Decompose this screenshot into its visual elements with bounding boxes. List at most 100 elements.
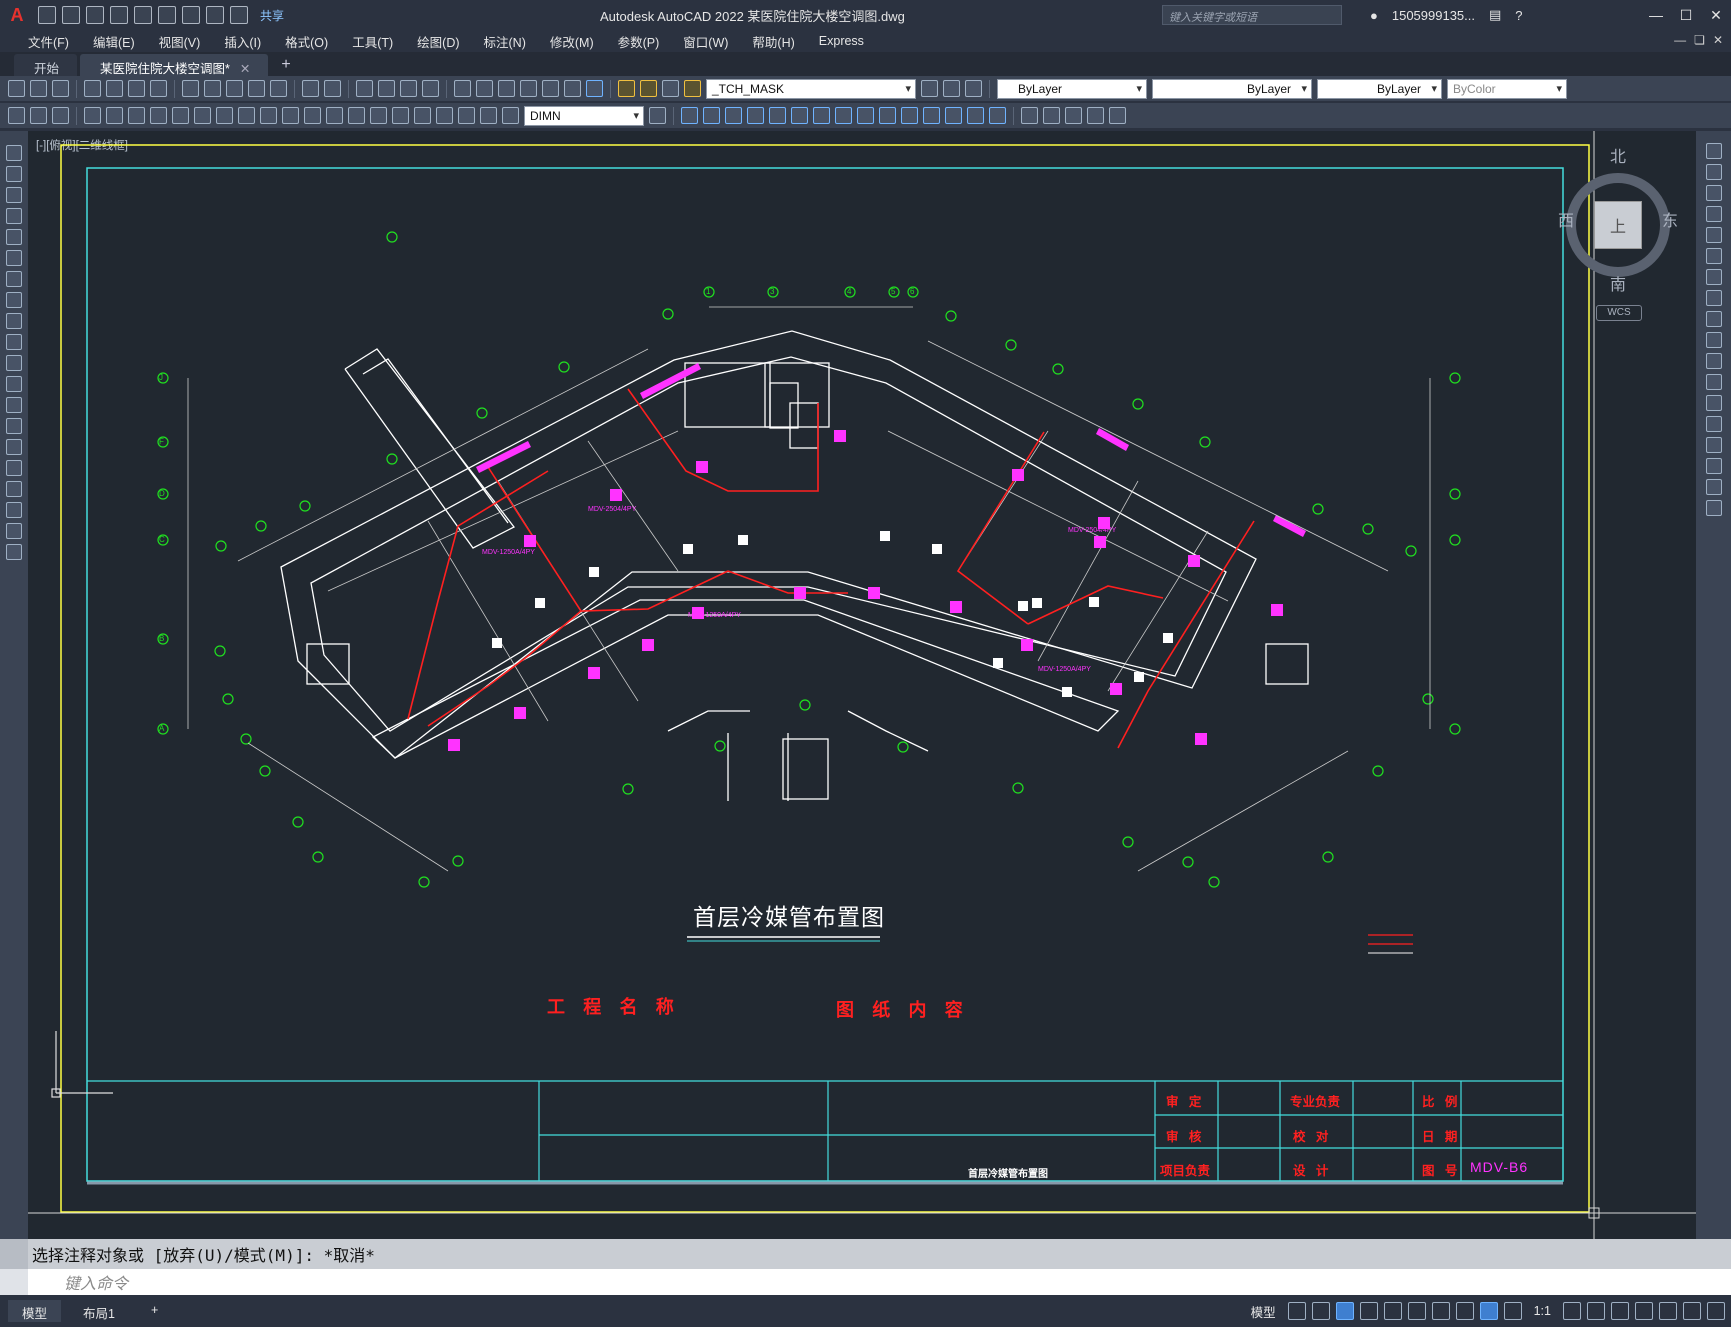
polygon-icon[interactable] <box>6 208 22 224</box>
chamfer-icon[interactable] <box>945 107 962 124</box>
fillet-icon[interactable] <box>967 107 984 124</box>
redo-icon[interactable] <box>324 80 341 97</box>
save-icon[interactable] <box>86 6 104 24</box>
arc-length-icon[interactable] <box>128 107 145 124</box>
join-icon[interactable] <box>1705 416 1722 432</box>
continue-dimension-icon[interactable] <box>304 107 321 124</box>
quick-dimension-icon[interactable] <box>260 107 277 124</box>
dimension-edit-icon[interactable] <box>458 107 475 124</box>
jogged-dimension-icon[interactable] <box>194 107 211 124</box>
open-file-icon[interactable] <box>62 6 80 24</box>
tool-palettes-icon[interactable] <box>498 80 515 97</box>
viewcube[interactable]: 上 北 南 东 西 WCS <box>1558 149 1678 321</box>
publish-icon[interactable] <box>128 80 145 97</box>
customization-icon[interactable] <box>1707 1302 1725 1320</box>
layer-properties-icon[interactable] <box>921 80 938 97</box>
dimension-update-icon[interactable] <box>502 107 519 124</box>
construction-line-icon[interactable] <box>6 166 22 182</box>
dimension-break-icon[interactable] <box>348 107 365 124</box>
paste-icon[interactable] <box>226 80 243 97</box>
explode-icon[interactable] <box>1705 500 1722 516</box>
radius-dimension-icon[interactable] <box>172 107 189 124</box>
compass-south[interactable]: 南 <box>1610 271 1626 295</box>
new-tab-button[interactable]: + <box>271 56 300 76</box>
draworder-back-icon[interactable] <box>1043 107 1060 124</box>
ellipse-arc-icon[interactable] <box>6 355 22 371</box>
open-web-icon[interactable] <box>134 6 152 24</box>
insert-block-icon[interactable] <box>6 376 22 392</box>
blend-curves-icon[interactable] <box>1705 479 1722 495</box>
units-icon[interactable] <box>1611 1302 1629 1320</box>
stretch-icon[interactable] <box>1705 311 1722 327</box>
menu-insert[interactable]: 插入(I) <box>212 32 273 51</box>
layout-wizard-icon[interactable] <box>30 107 47 124</box>
offset-icon[interactable] <box>1705 206 1722 222</box>
clean-screen-icon[interactable] <box>1683 1302 1701 1320</box>
break-icon[interactable] <box>901 107 918 124</box>
command-input[interactable]: 键入命令 <box>28 1270 128 1294</box>
compass-east[interactable]: 东 <box>1662 207 1678 231</box>
rectangle-icon[interactable] <box>6 229 22 245</box>
trim-icon[interactable] <box>1705 332 1722 348</box>
menu-file[interactable]: 文件(F) <box>16 32 81 51</box>
layer-thaw-icon[interactable] <box>640 80 657 97</box>
ellipse-icon[interactable] <box>6 334 22 350</box>
zoom-previous-icon[interactable] <box>422 80 439 97</box>
move-icon[interactable] <box>1705 248 1722 264</box>
tab-start[interactable]: 开始 <box>14 54 78 76</box>
help-icon[interactable]: ? <box>1515 8 1522 23</box>
draworder-above-icon[interactable] <box>1065 107 1082 124</box>
ordinate-dimension-icon[interactable] <box>150 107 167 124</box>
maximize-button[interactable]: ☐ <box>1671 0 1701 30</box>
copy-icon[interactable] <box>204 80 221 97</box>
page-setup-icon[interactable] <box>52 107 69 124</box>
gradient-icon[interactable] <box>6 460 22 476</box>
redo-icon[interactable] <box>230 6 248 24</box>
ortho-icon[interactable] <box>1335 1302 1354 1320</box>
model-space-button[interactable]: 模型 <box>1245 1302 1282 1321</box>
draworder-below-icon[interactable] <box>1087 107 1104 124</box>
cart-icon[interactable]: ▤ <box>1489 7 1501 23</box>
properties-icon[interactable] <box>454 80 471 97</box>
save-as-icon[interactable] <box>110 6 128 24</box>
compass-north[interactable]: 北 <box>1610 143 1626 167</box>
dimension-style-icon[interactable] <box>649 107 666 124</box>
multiline-text-icon[interactable] <box>6 523 22 539</box>
menu-help[interactable]: 帮助(H) <box>740 32 806 51</box>
tab-drawing[interactable]: 某医院住院大楼空调图* ✕ <box>80 54 269 76</box>
new-file-icon[interactable] <box>38 6 56 24</box>
menu-dimension[interactable]: 标注(N) <box>472 32 538 51</box>
scale-icon[interactable] <box>1705 290 1722 306</box>
object-snap-tracking-icon[interactable] <box>1407 1302 1426 1320</box>
undo-icon[interactable] <box>302 80 319 97</box>
arc-icon[interactable] <box>6 250 22 266</box>
layout-icon[interactable] <box>8 107 25 124</box>
extend-icon[interactable] <box>879 107 896 124</box>
extend-icon[interactable] <box>1705 353 1722 369</box>
markup-icon[interactable] <box>542 80 559 97</box>
command-customize-icon[interactable] <box>0 1269 28 1295</box>
text-front-icon[interactable] <box>1109 107 1126 124</box>
workspace-gear-icon[interactable] <box>1563 1302 1581 1320</box>
make-current-layer-icon[interactable] <box>943 80 960 97</box>
spline-icon[interactable] <box>6 313 22 329</box>
command-grip[interactable] <box>0 1239 28 1269</box>
menu-window[interactable]: 窗口(W) <box>671 32 740 51</box>
tolerance-icon[interactable] <box>370 107 387 124</box>
scale-icon[interactable] <box>813 107 830 124</box>
save-web-icon[interactable] <box>158 6 176 24</box>
layer-on-icon[interactable] <box>618 80 635 97</box>
dimension-space-icon[interactable] <box>326 107 343 124</box>
array-icon[interactable] <box>1705 227 1722 243</box>
linetype-dropdown[interactable]: ByLayer <box>1152 78 1312 99</box>
print-icon[interactable] <box>182 6 200 24</box>
qnew-icon[interactable] <box>8 80 25 97</box>
break-at-point-icon[interactable] <box>1705 374 1722 390</box>
open-icon[interactable] <box>30 80 47 97</box>
help-search-input[interactable]: 键入关键字或短语 <box>1162 5 1342 25</box>
layer-previous-icon[interactable] <box>965 80 982 97</box>
erase-icon[interactable] <box>1705 143 1722 159</box>
polyline-icon[interactable] <box>6 187 22 203</box>
3d-print-icon[interactable] <box>150 80 167 97</box>
cut-icon[interactable] <box>182 80 199 97</box>
